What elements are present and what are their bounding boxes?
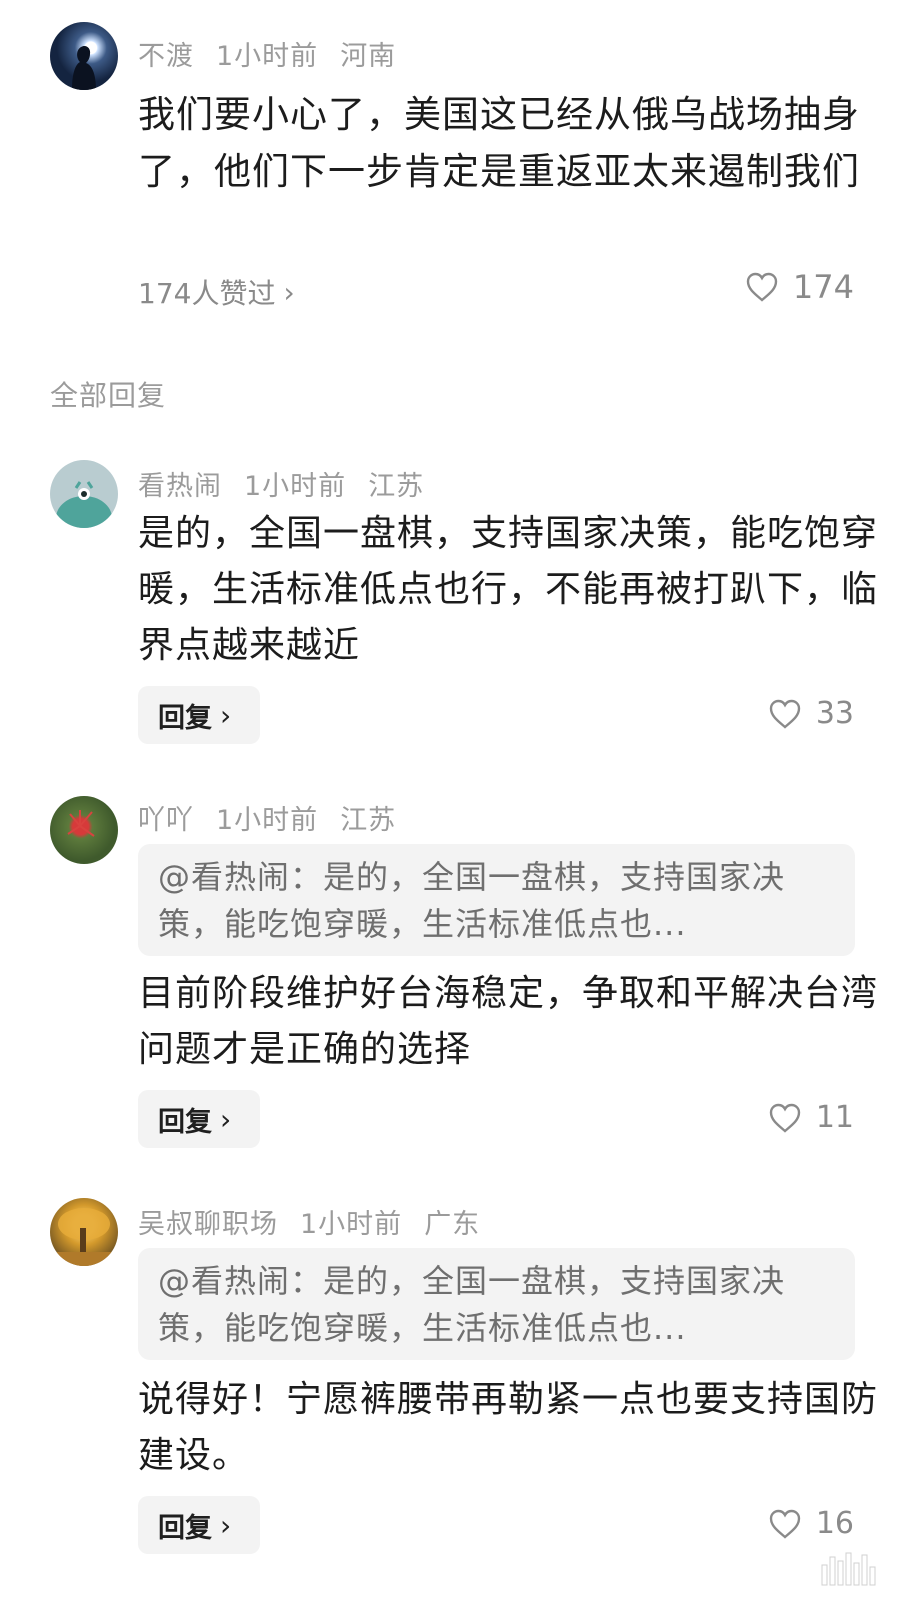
like-button[interactable]: 174 — [745, 268, 854, 306]
location: 河南 — [340, 41, 397, 72]
heart-outline-icon — [769, 1103, 801, 1133]
timestamp: 1小时前 — [300, 1209, 403, 1240]
avatar-reply-3[interactable] — [50, 1198, 118, 1266]
username[interactable]: 看热闹 — [138, 471, 222, 502]
reply-button[interactable]: 回复 › — [138, 686, 260, 744]
comment-meta: 不渡 1小时前 河南 — [138, 34, 418, 73]
like-button[interactable]: 11 — [768, 1100, 854, 1135]
quoted-reply[interactable]: @看热闹：是的，全国一盘棋，支持国家决策，能吃饱穿暖，生活标准低点也... — [138, 1248, 855, 1360]
reply-button-label: 回复 — [158, 1512, 212, 1544]
heart-outline-icon — [746, 272, 778, 302]
chevron-right-icon: › — [220, 1102, 232, 1136]
avatar-reply-1[interactable] — [50, 460, 118, 528]
comment-text: 我们要小心了，美国这已经从俄乌战场抽身了，他们下一步肯定是重返亚太来遏制我们 — [138, 93, 860, 193]
avatar-silhouette-icon — [72, 45, 96, 90]
section-title: 全部回复 — [50, 379, 167, 412]
like-count: 16 — [815, 1506, 854, 1541]
reply-text: 目前阶段维护好台海稳定，争取和平解决台湾问题才是正确的选择 — [138, 973, 879, 1070]
location: 江苏 — [340, 805, 397, 836]
username[interactable]: 不渡 — [138, 41, 194, 72]
avatar-flower-icon — [67, 810, 95, 837]
watermark-icon — [821, 1552, 876, 1586]
reply-button[interactable]: 回复 › — [138, 1090, 260, 1148]
reply-button[interactable]: 回复 › — [138, 1496, 260, 1554]
heart-outline-icon — [769, 1509, 801, 1539]
timestamp: 1小时前 — [216, 41, 319, 72]
like-button[interactable]: 33 — [768, 696, 854, 731]
quoted-reply[interactable]: @看热闹：是的，全国一盘棋，支持国家决策，能吃饱穿暖，生活标准低点也... — [138, 844, 855, 956]
avatar-reply-2[interactable] — [50, 796, 118, 864]
username[interactable]: 吖吖 — [138, 805, 194, 836]
reply-text: 说得好！宁愿裤腰带再勒紧一点也要支持国防建设。 — [138, 1379, 879, 1476]
heart-outline-icon — [769, 699, 801, 729]
chevron-right-icon: › — [220, 698, 232, 732]
avatar-main[interactable] — [50, 22, 118, 90]
reply-text: 是的，全国一盘棋，支持国家决策，能吃饱穿暖，生活标准低点也行，不能再被打趴下，临… — [138, 513, 879, 666]
reply-meta: 吖吖 1小时前 江苏 — [138, 798, 418, 837]
timestamp: 1小时前 — [216, 805, 319, 836]
like-count: 174 — [792, 268, 854, 306]
like-button[interactable]: 16 — [768, 1506, 854, 1541]
reply-meta: 吴叔聊职场 1小时前 广东 — [138, 1202, 502, 1241]
timestamp: 1小时前 — [244, 471, 347, 502]
chevron-right-icon: › — [283, 275, 295, 309]
reply-meta: 看热闹 1小时前 江苏 — [138, 464, 446, 503]
avatar-monster-icon — [56, 481, 112, 528]
location: 江苏 — [368, 471, 425, 502]
location: 广东 — [424, 1209, 481, 1240]
liked-by-label: 174人赞过 — [138, 277, 276, 310]
like-count: 33 — [815, 696, 854, 731]
liked-by-link[interactable]: 174人赞过 › — [138, 272, 295, 312]
reply-button-label: 回复 — [158, 702, 212, 734]
chevron-right-icon: › — [220, 1508, 232, 1542]
avatar-tree-icon — [50, 1208, 118, 1266]
reply-button-label: 回复 — [158, 1106, 212, 1138]
username[interactable]: 吴叔聊职场 — [138, 1209, 278, 1240]
like-count: 11 — [815, 1100, 854, 1135]
